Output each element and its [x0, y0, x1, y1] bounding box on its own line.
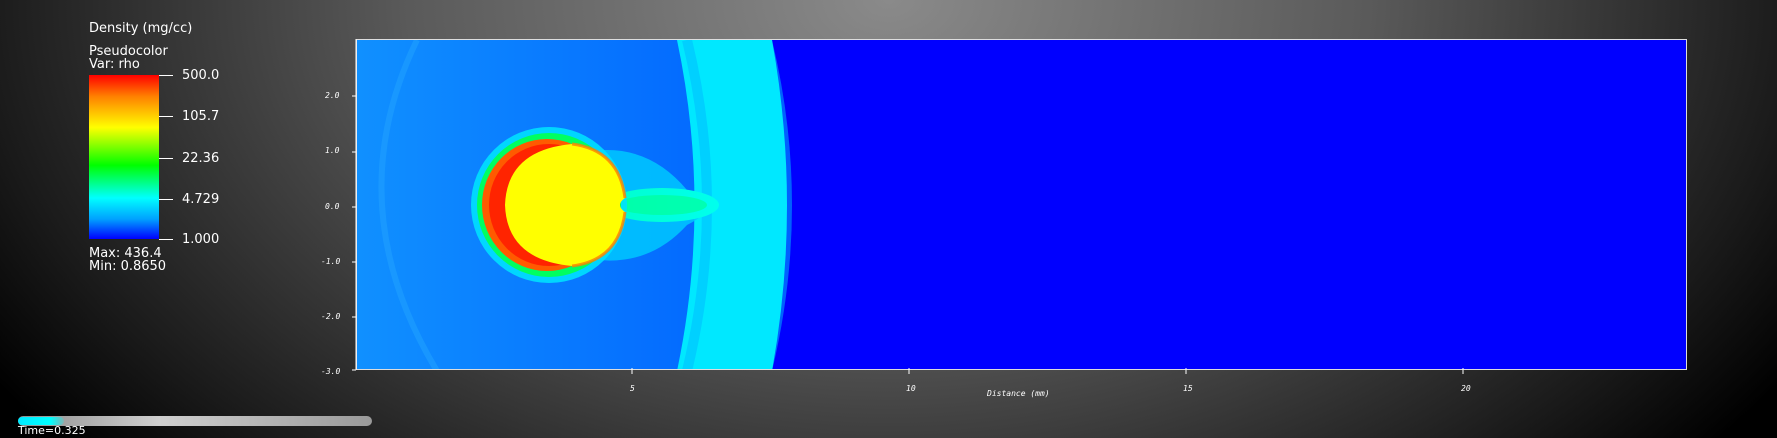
x-tick-label: 10 — [906, 384, 916, 393]
y-tick-label: 0.0 — [325, 202, 340, 211]
x-axis-title: Distance (mm) — [987, 389, 1050, 398]
density-plot[interactable] — [356, 39, 1687, 370]
x-tick-label: 5 — [630, 384, 635, 393]
y-tick-label: -1.0 — [321, 257, 341, 266]
y-axis — [352, 39, 357, 371]
legend-variable: Var: rho — [89, 57, 140, 72]
colorbar — [89, 75, 159, 239]
colorbar-tick — [159, 116, 173, 117]
x-axis — [631, 368, 1464, 374]
x-tick-label: 20 — [1461, 384, 1471, 393]
legend-title: Density (mg/cc) — [89, 21, 193, 36]
colorbar-tick — [159, 75, 173, 76]
time-label: Time=0.325 — [18, 424, 86, 437]
y-tick-label: -2.0 — [321, 312, 341, 321]
colorbar-tick-label: 22.36 — [182, 151, 220, 166]
colorbar-tick-label: 1.000 — [182, 232, 220, 247]
sphere-core — [505, 144, 625, 266]
colorbar-tick — [159, 199, 173, 200]
y-tick-label: 2.0 — [325, 91, 340, 100]
y-tick-label: -3.0 — [321, 367, 341, 376]
colorbar-tick — [159, 158, 173, 159]
y-tick-label: 1.0 — [325, 146, 340, 155]
jet-center — [617, 195, 707, 215]
colorbar-tick-label: 4.729 — [182, 192, 220, 207]
colorbar-tick — [159, 239, 173, 240]
density-field — [357, 40, 1686, 369]
x-tick-label: 15 — [1183, 384, 1193, 393]
legend-min: Min: 0.8650 — [89, 259, 167, 274]
colorbar-tick-label: 500.0 — [182, 68, 220, 83]
colorbar-tick-label: 105.7 — [182, 109, 220, 124]
